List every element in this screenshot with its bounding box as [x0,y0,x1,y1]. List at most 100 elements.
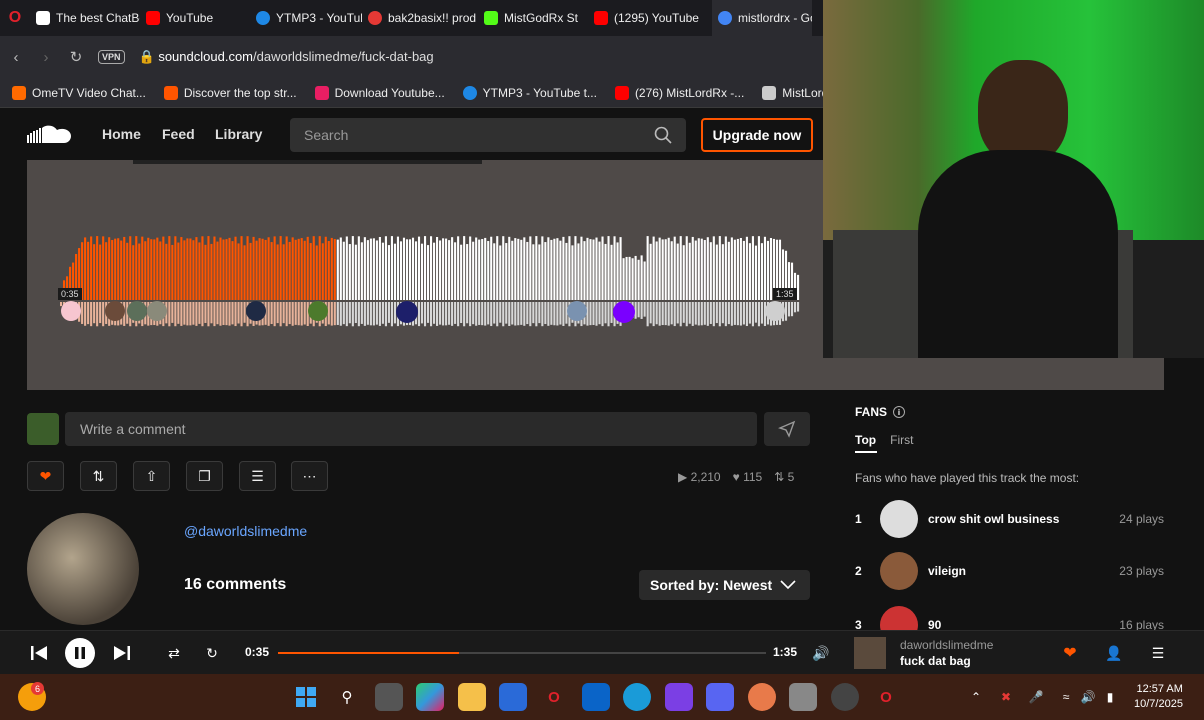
artist-avatar[interactable] [27,513,139,625]
browser-tab[interactable]: bak2basix!! prod [362,0,478,36]
browser-tab[interactable]: The best ChatBot [30,0,140,36]
fan-row[interactable]: 2 vileign 23 plays [855,552,1164,590]
soundcloud-logo-icon[interactable] [27,124,73,144]
browser-tab[interactable]: YouTube [140,0,250,36]
fan-avatar[interactable] [880,500,918,538]
app-icon[interactable] [748,683,776,711]
now-playing-title[interactable]: fuck dat bag [900,654,971,668]
fan-name[interactable]: 90 [928,604,1119,630]
waveform-comment-avatar[interactable] [613,301,635,323]
waveform-comment-avatar[interactable] [147,301,167,321]
store-icon[interactable] [499,683,527,711]
edge-icon[interactable] [623,683,651,711]
tray-app-icon[interactable]: ✖ [992,683,1020,711]
waveform-comment-avatar[interactable] [127,301,147,321]
copy-link-button[interactable]: ❐ [186,461,223,491]
waveform-bar-reflection [532,302,535,324]
fan-row[interactable]: 3 90 16 plays [855,604,1164,630]
waveform-bar-reflection [351,302,354,327]
skip-forward-icon[interactable] [111,641,133,665]
pause-button[interactable] [65,638,95,668]
tab-first[interactable]: First [890,433,913,447]
back-icon[interactable]: ‹ [8,49,24,66]
add-to-playlist-button[interactable]: ☰ [239,461,276,491]
youtube-icon [146,11,160,25]
fan-name[interactable]: crow shit owl business [928,512,1119,526]
camera-icon[interactable] [789,683,817,711]
like-button[interactable]: ❤ [27,461,64,491]
clock[interactable]: 12:57 AM 10/7/2025 [1134,682,1183,712]
repeat-icon[interactable]: ↻ [203,641,221,665]
nav-feed[interactable]: Feed [162,108,195,160]
app-icon[interactable] [831,683,859,711]
follow-user-icon[interactable]: 👤 [1105,641,1122,665]
nav-library[interactable]: Library [215,108,262,160]
bookmark-item[interactable]: Discover the top str... [163,85,297,100]
opera-icon[interactable]: O [0,0,30,36]
waveform-comment-avatar[interactable] [246,301,266,321]
waveform-comment-avatar[interactable] [308,301,328,321]
waveform-comment-avatar[interactable] [396,301,418,323]
battery-icon[interactable]: ▮ [1096,683,1124,711]
repost-button[interactable]: ⇅ [80,461,117,491]
now-playing-artwork[interactable] [854,637,886,669]
waveform-bar-reflection [303,302,306,325]
user-avatar[interactable] [27,413,59,445]
copilot-icon[interactable] [416,683,444,711]
share-button[interactable]: ⇧ [133,461,170,491]
bookmark-item[interactable]: YTMP3 - YouTube t... [462,85,597,100]
waveform-comment-avatar[interactable] [61,301,81,321]
browser-tab[interactable]: YTMP3 - YouTub [250,0,362,36]
shuffle-icon[interactable]: ⇄ [165,641,183,665]
clipchamp-icon[interactable] [665,683,693,711]
waveform[interactable] [60,232,800,332]
more-button[interactable]: ⋯ [291,461,328,491]
volume-icon[interactable]: 🔊 [812,641,830,665]
search-input[interactable]: Search [290,118,686,152]
now-playing-artist[interactable]: daworldslimedme [900,638,993,652]
bookmark-item[interactable]: OmeTV Video Chat... [12,85,146,100]
search-icon[interactable]: ⚲ [333,683,361,711]
skip-back-icon[interactable] [28,641,50,665]
artist-handle[interactable]: @daworldslimedme [184,523,307,539]
waveform-bar-reflection [267,302,270,326]
url-field[interactable]: 🔒 soundcloud.com/daworldslimedme/fuck-da… [139,49,434,65]
browser-tab[interactable]: MistGodRx St [478,0,588,36]
fan-row[interactable]: 1 crow shit owl business 24 plays [855,500,1164,538]
waveform-comment-avatar[interactable] [105,301,125,321]
fan-name[interactable]: vileign [928,564,1119,578]
waveform-comment-avatar[interactable] [765,301,785,321]
browser-tab[interactable]: (1295) YouTube [588,0,712,36]
opera-gx-icon[interactable]: O [872,683,900,711]
task-view-icon[interactable] [375,683,403,711]
opera-taskbar-icon[interactable]: O [540,683,568,711]
comment-input[interactable]: Write a comment [65,412,757,446]
microphone-icon[interactable]: 🎤 [1022,683,1050,711]
fan-avatar[interactable] [880,552,918,590]
browser-tab-active[interactable]: mistlordrx - Go [712,0,812,36]
bookmark-item[interactable]: Download Youtube... [314,85,445,100]
forward-icon[interactable]: › [38,49,54,66]
chevron-up-icon[interactable]: ⌃ [962,683,990,711]
tab-top[interactable]: Top [855,433,876,447]
nav-home[interactable]: Home [102,108,141,160]
queue-icon[interactable]: ☰ [1150,641,1166,665]
upgrade-button[interactable]: Upgrade now [701,118,813,152]
vpn-badge[interactable]: VPN [98,50,125,64]
bookmark-item[interactable]: (276) MistLordRx -... [614,85,744,100]
heart-icon[interactable]: ❤ [1062,641,1078,665]
sort-comments-button[interactable]: Sorted by: Newest [639,570,810,600]
reload-icon[interactable]: ↻ [68,48,84,66]
waveform-bar [315,245,318,300]
file-explorer-icon[interactable] [458,683,486,711]
fan-avatar[interactable] [880,606,918,630]
waveform-comment-avatar[interactable] [567,301,587,321]
search-icon[interactable] [654,126,672,144]
progress-bar[interactable] [278,652,766,654]
waveform-bar [526,241,529,300]
send-comment-button[interactable] [764,412,810,446]
info-icon[interactable]: i [893,406,906,418]
outlook-icon[interactable] [582,683,610,711]
discord-icon[interactable] [706,683,734,711]
start-icon[interactable] [292,683,320,711]
